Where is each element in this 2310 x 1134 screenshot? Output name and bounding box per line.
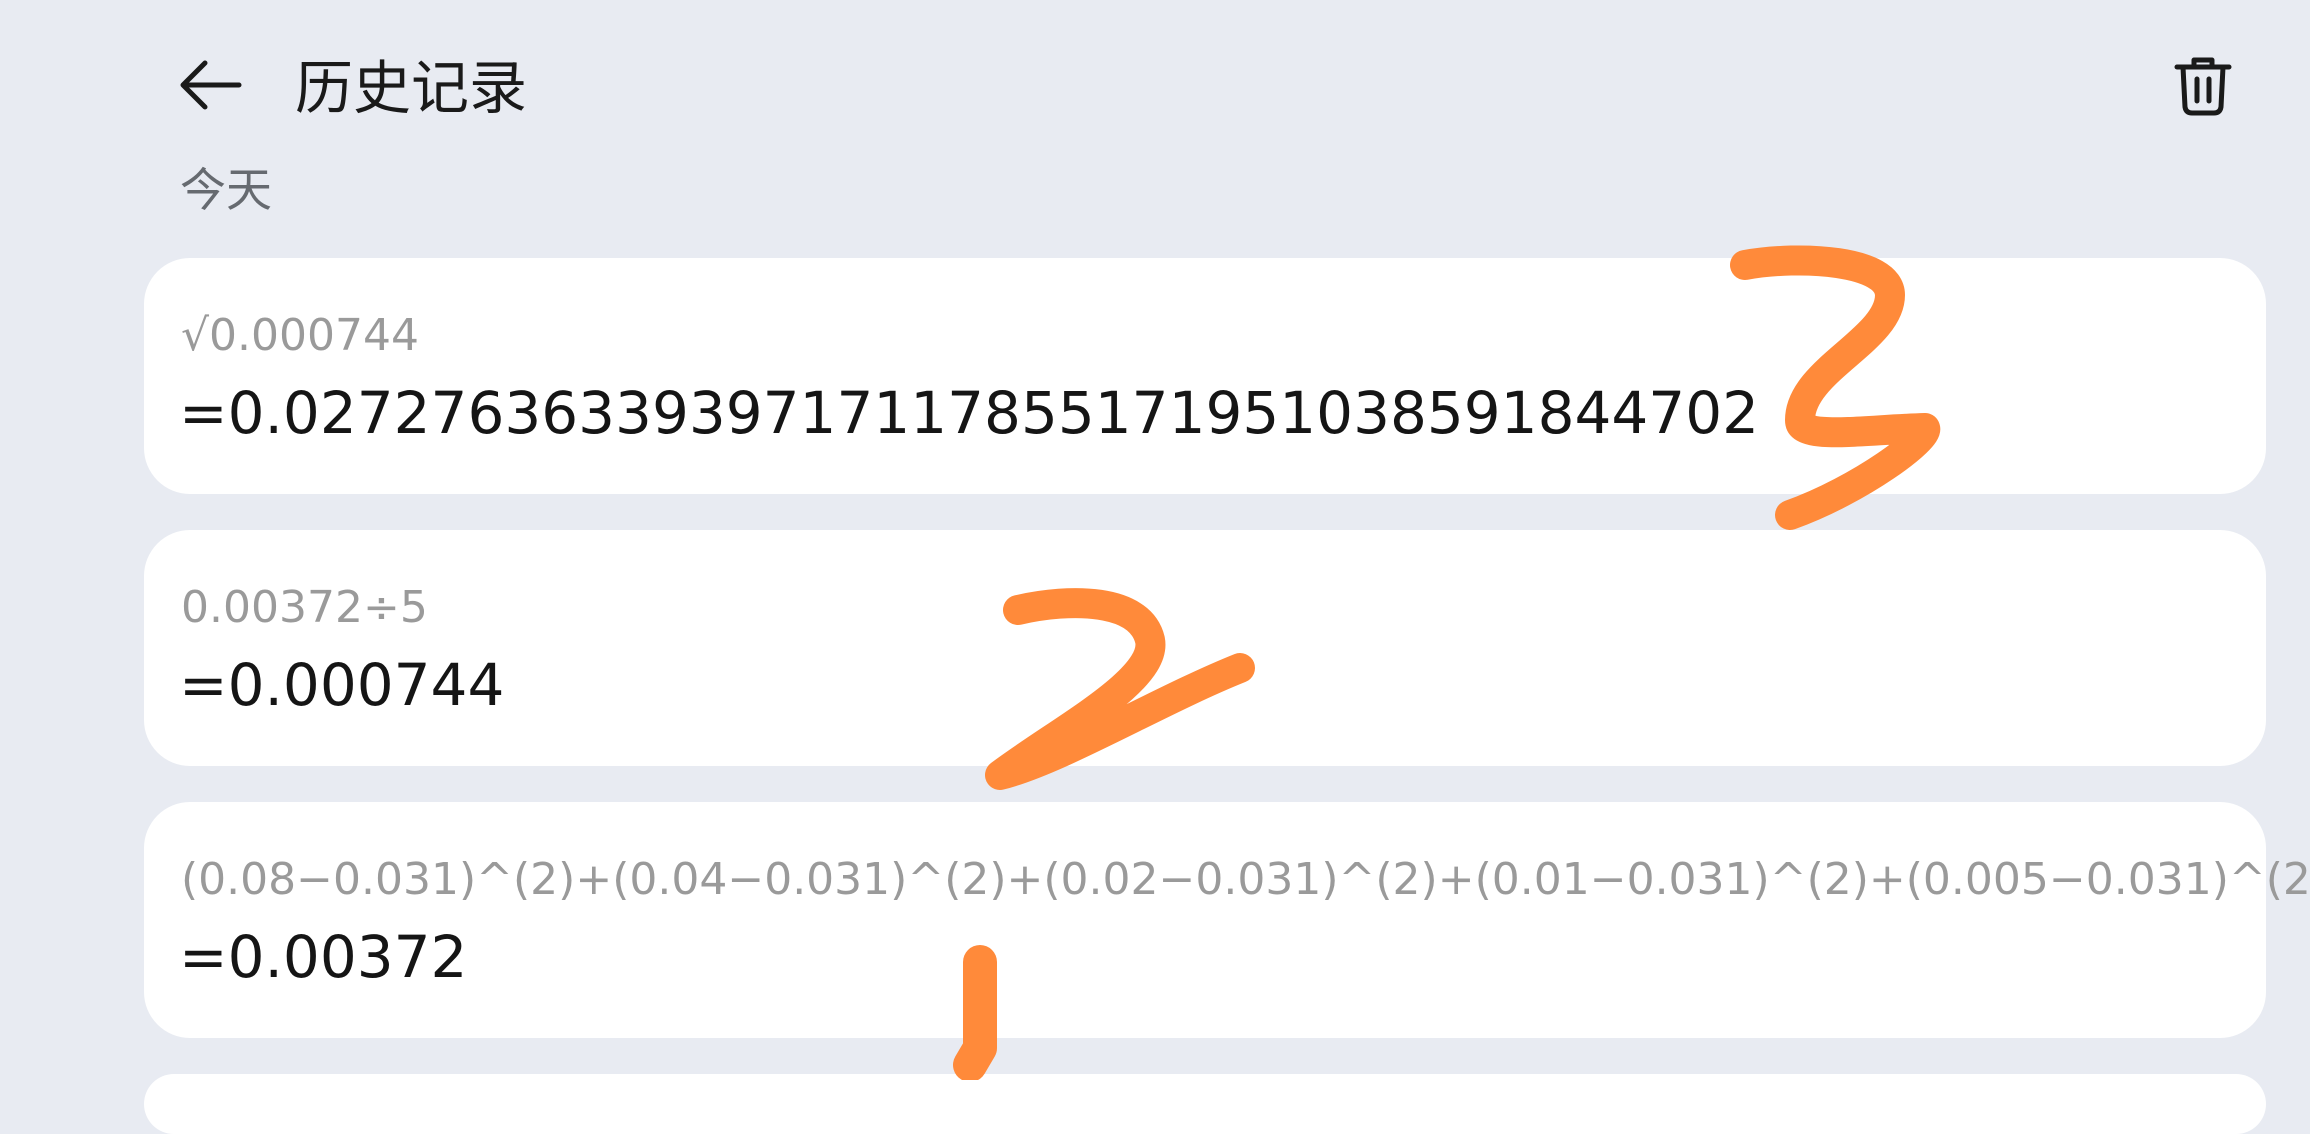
history-expression: (0.08−0.031)^(2)+(0.04−0.031)^(2)+(0.02−… xyxy=(181,854,2310,905)
history-item[interactable]: √0.000744 =0.027276363393971711785517195… xyxy=(144,258,2266,494)
history-expression: √0.000744 xyxy=(181,310,419,361)
history-item[interactable]: 0.00372÷5 =0.000744 xyxy=(144,530,2266,766)
history-expression: 0.00372÷5 xyxy=(181,582,428,633)
trash-icon xyxy=(2174,57,2232,116)
back-button[interactable] xyxy=(170,50,250,120)
history-result: =0.00372 xyxy=(179,923,468,991)
history-item[interactable]: (0.08−0.031)^(2)+(0.04−0.031)^(2)+(0.02−… xyxy=(144,802,2310,1038)
back-arrow-icon xyxy=(180,60,242,110)
section-label-today: 今天 xyxy=(180,163,272,217)
page-title: 历史记录 xyxy=(295,54,528,122)
history-item-partial[interactable] xyxy=(144,1074,2266,1134)
app-header: 历史记录 xyxy=(0,0,2310,165)
history-result: =0.000744 xyxy=(179,651,505,719)
delete-history-button[interactable] xyxy=(2165,48,2241,124)
history-result: =0.0272763633939717117855171951038591844… xyxy=(179,379,1759,447)
